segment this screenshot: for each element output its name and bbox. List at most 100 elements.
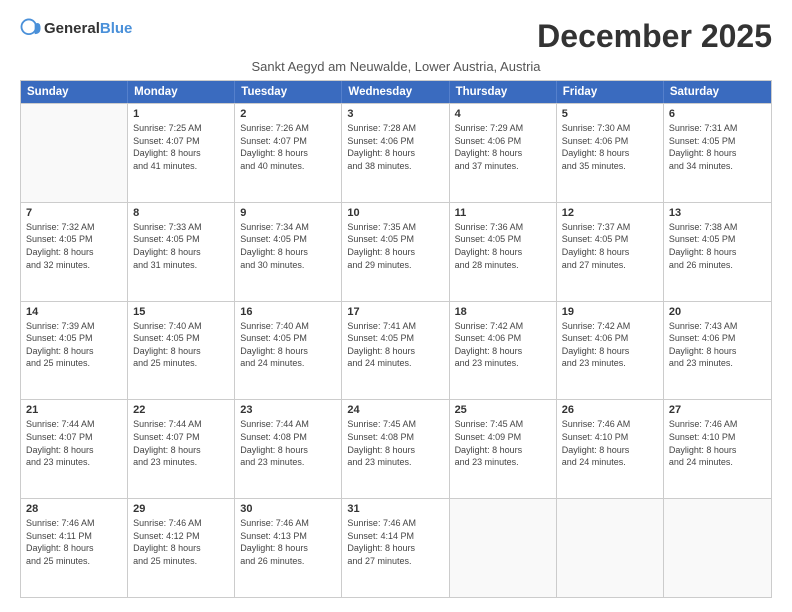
day-info: Sunrise: 7:33 AM Sunset: 4:05 PM Dayligh… <box>133 221 229 271</box>
calendar-cell: 1 Sunrise: 7:25 AM Sunset: 4:07 PM Daylig… <box>128 104 235 202</box>
day-number: 25 <box>455 404 551 416</box>
day-number: 2 <box>240 108 336 120</box>
day-info: Sunrise: 7:46 AM Sunset: 4:12 PM Dayligh… <box>133 517 229 567</box>
calendar-cell: 19Sunrise: 7:42 AM Sunset: 4:06 PM Dayli… <box>557 302 664 400</box>
calendar-cell: 26 Sunrise: 7:46 AM Sunset: 4:10 PM Dayli… <box>557 400 664 498</box>
calendar-cell <box>21 104 128 202</box>
page: GeneralBlue December 2025 Sankt Aegyd am… <box>0 0 792 612</box>
calendar-cell: 22 Sunrise: 7:44 AM Sunset: 4:07 PM Dayli… <box>128 400 235 498</box>
day-info: Sunrise: 7:46 AM Sunset: 4:10 PM Dayligh… <box>562 418 658 468</box>
day-number: 16 <box>240 306 336 318</box>
day-info: Sunrise: 7:44 AM Sunset: 4:07 PM Dayligh… <box>133 418 229 468</box>
calendar-cell: 10 Sunrise: 7:35 AM Sunset: 4:05 PM Dayli… <box>342 203 449 301</box>
day-number: 1 <box>133 108 229 120</box>
day-info: Sunrise: 7:36 AM Sunset: 4:05 PM Dayligh… <box>455 221 551 271</box>
day-info: Sunrise: 7:40 AM Sunset: 4:05 PM Dayligh… <box>240 320 336 370</box>
logo: GeneralBlue <box>20 18 132 40</box>
calendar-cell <box>450 499 557 597</box>
calendar-cell <box>664 499 771 597</box>
weekday-header: Friday <box>557 81 664 103</box>
day-number: 29 <box>133 503 229 515</box>
calendar-cell: 9 Sunrise: 7:34 AM Sunset: 4:05 PM Daylig… <box>235 203 342 301</box>
day-info: Sunrise: 7:46 AM Sunset: 4:13 PM Dayligh… <box>240 517 336 567</box>
day-number: 28 <box>26 503 122 515</box>
day-info: Sunrise: 7:39 AM Sunset: 4:05 PM Dayligh… <box>26 320 122 370</box>
calendar-cell: 18 Sunrise: 7:42 AM Sunset: 4:06 PM Dayli… <box>450 302 557 400</box>
day-number: 8 <box>133 207 229 219</box>
day-number: 9 <box>240 207 336 219</box>
day-number: 12 <box>562 207 658 219</box>
day-info: Sunrise: 7:43 AM Sunset: 4:06 PM Dayligh… <box>669 320 766 370</box>
calendar-week: 14 Sunrise: 7:39 AM Sunset: 4:05 PM Dayli… <box>21 301 771 400</box>
calendar-week: 1 Sunrise: 7:25 AM Sunset: 4:07 PM Daylig… <box>21 103 771 202</box>
day-number: 11 <box>455 207 551 219</box>
day-info: Sunrise: 7:31 AM Sunset: 4:05 PM Dayligh… <box>669 122 766 172</box>
calendar-cell: 20 Sunrise: 7:43 AM Sunset: 4:06 PM Dayli… <box>664 302 771 400</box>
day-info: Sunrise: 7:46 AM Sunset: 4:11 PM Dayligh… <box>26 517 122 567</box>
day-number: 4 <box>455 108 551 120</box>
calendar-cell: 23 Sunrise: 7:44 AM Sunset: 4:08 PM Dayli… <box>235 400 342 498</box>
logo-blue: Blue <box>100 20 133 37</box>
weekday-header: Monday <box>128 81 235 103</box>
calendar-cell: 13Sunrise: 7:38 AM Sunset: 4:05 PM Dayli… <box>664 203 771 301</box>
day-number: 23 <box>240 404 336 416</box>
calendar-cell: 8 Sunrise: 7:33 AM Sunset: 4:05 PM Daylig… <box>128 203 235 301</box>
weekday-header: Wednesday <box>342 81 449 103</box>
day-number: 20 <box>669 306 766 318</box>
calendar-week: 7Sunrise: 7:32 AM Sunset: 4:05 PM Daylig… <box>21 202 771 301</box>
calendar: SundayMondayTuesdayWednesdayThursdayFrid… <box>20 80 772 598</box>
day-info: Sunrise: 7:25 AM Sunset: 4:07 PM Dayligh… <box>133 122 229 172</box>
calendar-header: SundayMondayTuesdayWednesdayThursdayFrid… <box>21 81 771 103</box>
calendar-cell: 2Sunrise: 7:26 AM Sunset: 4:07 PM Daylig… <box>235 104 342 202</box>
calendar-cell: 4 Sunrise: 7:29 AM Sunset: 4:06 PM Daylig… <box>450 104 557 202</box>
day-number: 31 <box>347 503 443 515</box>
calendar-cell: 5 Sunrise: 7:30 AM Sunset: 4:06 PM Daylig… <box>557 104 664 202</box>
day-number: 26 <box>562 404 658 416</box>
day-info: Sunrise: 7:46 AM Sunset: 4:10 PM Dayligh… <box>669 418 766 468</box>
day-info: Sunrise: 7:46 AM Sunset: 4:14 PM Dayligh… <box>347 517 443 567</box>
calendar-cell: 29 Sunrise: 7:46 AM Sunset: 4:12 PM Dayli… <box>128 499 235 597</box>
day-info: Sunrise: 7:29 AM Sunset: 4:06 PM Dayligh… <box>455 122 551 172</box>
day-number: 30 <box>240 503 336 515</box>
day-info: Sunrise: 7:45 AM Sunset: 4:09 PM Dayligh… <box>455 418 551 468</box>
day-info: Sunrise: 7:28 AM Sunset: 4:06 PM Dayligh… <box>347 122 443 172</box>
subtitle: Sankt Aegyd am Neuwalde, Lower Austria, … <box>20 59 772 74</box>
calendar-cell: 15Sunrise: 7:40 AM Sunset: 4:05 PM Dayli… <box>128 302 235 400</box>
weekday-header: Saturday <box>664 81 771 103</box>
weekday-header: Tuesday <box>235 81 342 103</box>
day-info: Sunrise: 7:38 AM Sunset: 4:05 PM Dayligh… <box>669 221 766 271</box>
calendar-cell: 21 Sunrise: 7:44 AM Sunset: 4:07 PM Dayli… <box>21 400 128 498</box>
day-number: 18 <box>455 306 551 318</box>
day-info: Sunrise: 7:30 AM Sunset: 4:06 PM Dayligh… <box>562 122 658 172</box>
day-number: 14 <box>26 306 122 318</box>
weekday-header: Sunday <box>21 81 128 103</box>
day-info: Sunrise: 7:37 AM Sunset: 4:05 PM Dayligh… <box>562 221 658 271</box>
calendar-cell: 25 Sunrise: 7:45 AM Sunset: 4:09 PM Dayli… <box>450 400 557 498</box>
day-number: 5 <box>562 108 658 120</box>
day-number: 22 <box>133 404 229 416</box>
calendar-week: 21 Sunrise: 7:44 AM Sunset: 4:07 PM Dayli… <box>21 399 771 498</box>
day-info: Sunrise: 7:44 AM Sunset: 4:08 PM Dayligh… <box>240 418 336 468</box>
day-info: Sunrise: 7:44 AM Sunset: 4:07 PM Dayligh… <box>26 418 122 468</box>
calendar-body: 1 Sunrise: 7:25 AM Sunset: 4:07 PM Daylig… <box>21 103 771 597</box>
day-number: 24 <box>347 404 443 416</box>
day-number: 27 <box>669 404 766 416</box>
calendar-cell: 3 Sunrise: 7:28 AM Sunset: 4:06 PM Daylig… <box>342 104 449 202</box>
day-number: 3 <box>347 108 443 120</box>
day-number: 17 <box>347 306 443 318</box>
day-number: 10 <box>347 207 443 219</box>
logo-general: General <box>44 20 100 37</box>
weekday-header: Thursday <box>450 81 557 103</box>
day-number: 19 <box>562 306 658 318</box>
calendar-cell: 16 Sunrise: 7:40 AM Sunset: 4:05 PM Dayli… <box>235 302 342 400</box>
calendar-cell: 24 Sunrise: 7:45 AM Sunset: 4:08 PM Dayli… <box>342 400 449 498</box>
day-info: Sunrise: 7:35 AM Sunset: 4:05 PM Dayligh… <box>347 221 443 271</box>
calendar-cell: 11 Sunrise: 7:36 AM Sunset: 4:05 PM Dayli… <box>450 203 557 301</box>
day-info: Sunrise: 7:45 AM Sunset: 4:08 PM Dayligh… <box>347 418 443 468</box>
day-number: 7 <box>26 207 122 219</box>
day-info: Sunrise: 7:42 AM Sunset: 4:06 PM Dayligh… <box>455 320 551 370</box>
day-number: 21 <box>26 404 122 416</box>
header-row: GeneralBlue December 2025 <box>20 18 772 55</box>
day-info: Sunrise: 7:34 AM Sunset: 4:05 PM Dayligh… <box>240 221 336 271</box>
calendar-cell: 31 Sunrise: 7:46 AM Sunset: 4:14 PM Dayli… <box>342 499 449 597</box>
